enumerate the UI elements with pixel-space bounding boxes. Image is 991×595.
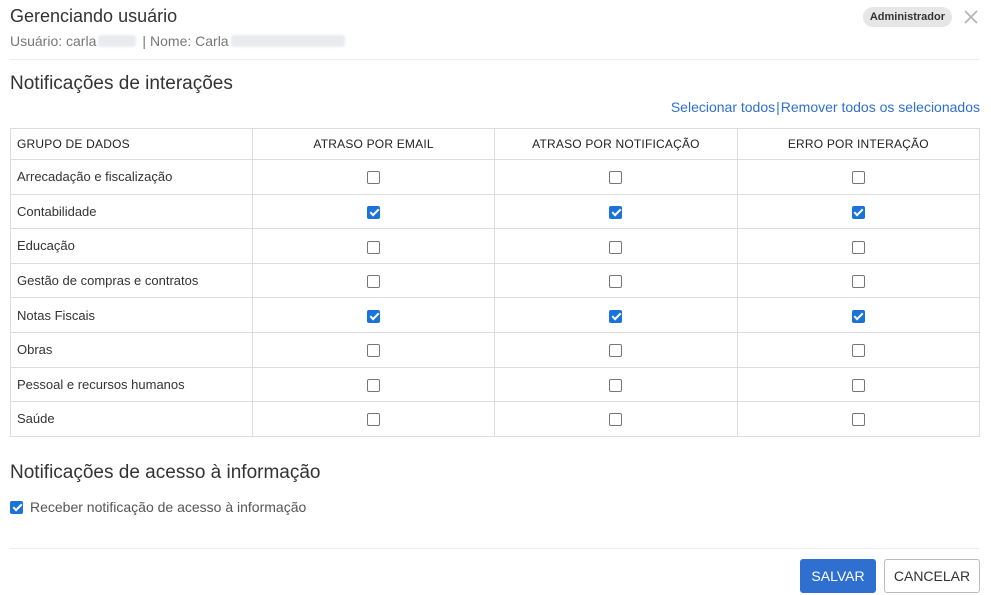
checkbox-cell [494,331,738,368]
data-group-name: Arrecadação e fiscalização [10,159,253,195]
notification-delay-checkbox[interactable] [609,309,623,323]
interactions-section-title: Notificações de interações [10,73,233,94]
notification-delay-checkbox[interactable] [609,171,623,185]
column-header-email-delay: ATRASO POR EMAIL [251,128,496,160]
remove-all-link[interactable]: Remover todos os selecionados [781,99,980,115]
checkbox-cell [494,193,738,230]
select-all-link[interactable]: Selecionar todos [671,99,775,115]
name-label: Nome: Carla [150,33,229,49]
checkbox-cell [736,331,981,368]
checkbox-cell [251,228,496,264]
data-group-name: Saúde [10,401,253,437]
email-delay-checkbox[interactable] [367,205,381,219]
user-info-separator: | [142,33,147,49]
data-group-name: Notas Fiscais [10,297,253,333]
interaction-error-checkbox[interactable] [851,309,865,323]
checkbox-cell [494,401,738,437]
checkbox-cell [736,262,981,299]
checkbox-cell [494,262,738,299]
notification-delay-checkbox[interactable] [609,205,623,219]
email-delay-checkbox[interactable] [367,240,381,254]
interactions-table: GRUPO DE DADOS ATRASO POR EMAIL ATRASO P… [10,128,981,437]
notification-delay-checkbox[interactable] [609,378,623,392]
access-notification-label: Receber notificação de acesso à informaç… [30,499,307,515]
table-header-row: GRUPO DE DADOS ATRASO POR EMAIL ATRASO P… [10,128,981,160]
checkbox-cell [251,366,496,403]
modal-footer-divider [10,548,980,549]
interaction-error-checkbox[interactable] [851,171,865,185]
column-header-data-group: GRUPO DE DADOS [10,128,253,160]
checkbox-cell [251,262,496,299]
interaction-error-checkbox[interactable] [851,275,865,289]
data-group-name: Obras [10,331,253,368]
manage-user-modal: Gerenciando usuário Usuário: carla | Nom… [0,0,991,595]
links-divider: | [776,99,780,115]
data-group-name: Contabilidade [10,193,253,230]
email-delay-checkbox[interactable] [367,344,381,358]
email-delay-checkbox[interactable] [367,413,381,427]
data-group-name: Pessoal e recursos humanos [10,366,253,403]
notification-delay-checkbox[interactable] [609,275,623,289]
checkbox-cell [736,401,981,437]
checkbox-cell [736,193,981,230]
table-row: Gestão de compras e contratos [10,262,981,299]
interaction-error-checkbox[interactable] [851,413,865,427]
access-section-title: Notificações de acesso à informação [10,462,321,483]
modal-header: Gerenciando usuário Usuário: carla | Nom… [10,0,980,60]
checkbox-cell [736,228,981,264]
table-row: Arrecadação e fiscalização [10,159,981,195]
data-group-name: Educação [10,228,253,264]
cancel-button[interactable]: CANCELAR [884,559,980,593]
interaction-error-checkbox[interactable] [851,205,865,219]
checkbox-cell [251,159,496,195]
user-info: Usuário: carla | Nome: Carla [10,33,347,49]
email-delay-checkbox[interactable] [367,275,381,289]
checkbox-cell [494,366,738,403]
checkbox-cell [494,228,738,264]
table-row: Obras [10,331,981,368]
column-header-interaction-error: ERRO POR INTERAÇÃO [736,128,981,160]
checkbox-cell [494,159,738,195]
checkbox-cell [251,401,496,437]
access-notification-checkbox[interactable] [10,500,23,514]
checkbox-cell [251,193,496,230]
notification-delay-checkbox[interactable] [609,344,623,358]
user-label: Usuário: carla [10,33,97,49]
data-group-name: Gestão de compras e contratos [10,262,253,299]
email-delay-checkbox[interactable] [367,309,381,323]
table-row: Pessoal e recursos humanos [10,366,981,403]
checkbox-cell [736,366,981,403]
checkbox-cell [736,159,981,195]
checkbox-cell [736,297,981,333]
table-row: Contabilidade [10,193,981,230]
table-row: Saúde [10,401,981,437]
checkbox-cell [494,297,738,333]
bulk-select-links: Selecionar todos|Remover todos os seleci… [671,99,980,115]
access-notification-option[interactable]: Receber notificação de acesso à informaç… [10,499,306,515]
notification-delay-checkbox[interactable] [609,240,623,254]
redacted-username [98,35,137,47]
interaction-error-checkbox[interactable] [851,378,865,392]
table-row: Educação [10,228,981,264]
role-badge: Administrador [862,7,952,27]
close-icon[interactable] [962,8,980,26]
interaction-error-checkbox[interactable] [851,344,865,358]
checkbox-cell [251,297,496,333]
save-button[interactable]: SALVAR [800,559,876,593]
table-row: Notas Fiscais [10,297,981,333]
redacted-full-name [230,35,345,47]
email-delay-checkbox[interactable] [367,378,381,392]
column-header-notification-delay: ATRASO POR NOTIFICAÇÃO [494,128,738,160]
interaction-error-checkbox[interactable] [851,240,865,254]
checkbox-cell [251,331,496,368]
interactions-table-body: Arrecadação e fiscalização Contabilidade E… [10,159,981,437]
email-delay-checkbox[interactable] [367,171,381,185]
modal-title: Gerenciando usuário [10,6,178,26]
notification-delay-checkbox[interactable] [609,413,623,427]
